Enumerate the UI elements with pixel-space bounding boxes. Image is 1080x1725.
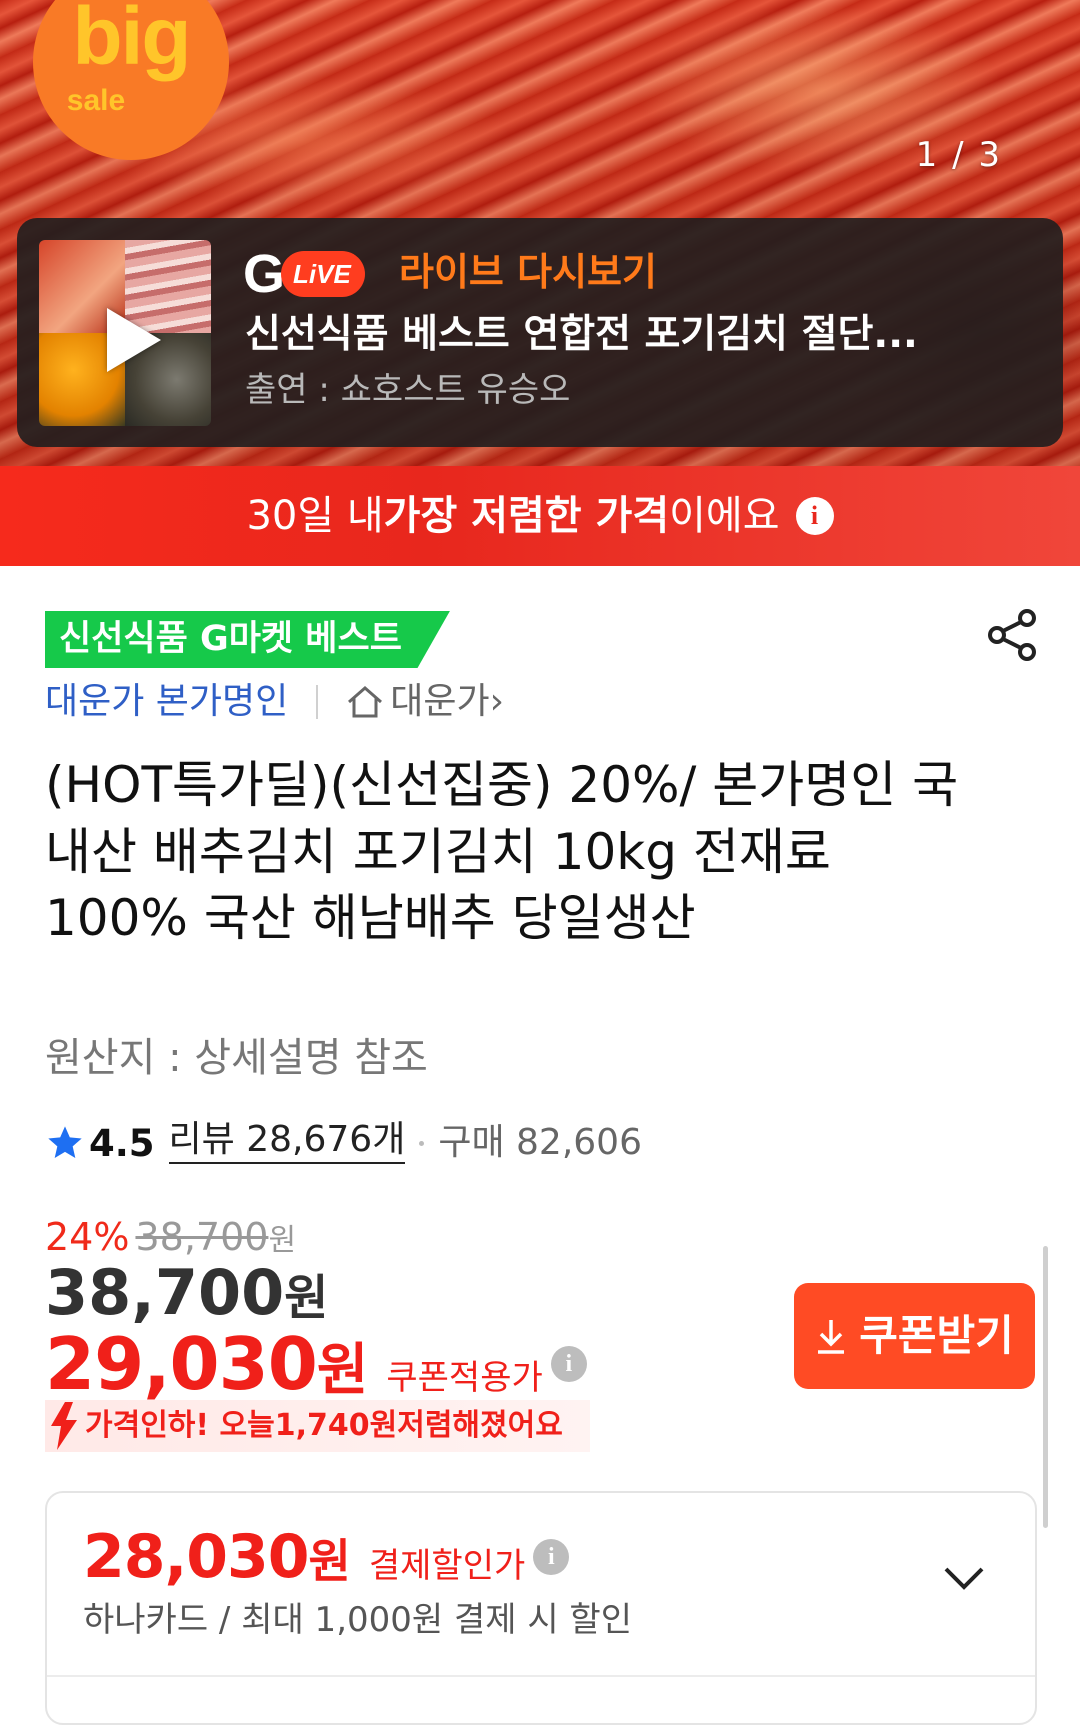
live-replay-title: 라이브 다시보기 [399, 250, 657, 294]
price-drop-amount: 1,740원 [274, 1408, 398, 1443]
banner-pre: 30일 내 [246, 493, 384, 539]
coupon-price-won: 원 [316, 1338, 369, 1403]
info-icon[interactable]: i [550, 1346, 587, 1382]
big-sale-badge-big: big [72, 0, 192, 82]
card-discount-note: 하나카드 / 최대 1,000원 결제 시 할인 [83, 1600, 632, 1640]
chevron-down-icon[interactable] [942, 1565, 986, 1591]
info-icon[interactable]: i [795, 497, 834, 535]
banner-bold: 가장 저렴한 가격 [383, 493, 670, 539]
seller-name-link[interactable]: 대운가 본가명인 [45, 684, 288, 720]
best-tag[interactable]: 신선식품 G마켓 베스트 [45, 611, 450, 668]
live-pill: LiVE [281, 251, 365, 297]
home-icon[interactable] [346, 685, 384, 719]
seller-row: 대운가 본가명인 대운가 › [45, 680, 504, 724]
bolt-down-icon [51, 1402, 77, 1450]
glive-logo: G LiVE [243, 246, 365, 302]
separator-dot [419, 1140, 425, 1146]
image-counter: 1 / 3 [915, 135, 1002, 175]
product-image-carousel[interactable]: big sale 1 / 3 G LiVE 라이브 다시보기 신선식품 베스트 … [0, 0, 1080, 466]
play-icon[interactable] [107, 308, 161, 372]
star-icon [48, 1126, 82, 1158]
sale-price: 38,700원 [45, 1262, 328, 1324]
big-sale-badge-sale: sale [66, 84, 126, 117]
purchase-count: 구매 82,606 [438, 1122, 642, 1163]
live-host: 출연 : 쇼호스트 유승오 [245, 370, 571, 410]
price-drop-post: 저렴해졌어요 [397, 1408, 563, 1443]
coupon-price: 29,030 원 쿠폰적용가 i [45, 1328, 587, 1400]
review-count-link[interactable]: 리뷰 28,676개 [168, 1122, 406, 1164]
price-drop-notice: 가격인하! 오늘 1,740원 저렴해졌어요 [45, 1400, 590, 1452]
live-subtitle: 신선식품 베스트 연합전 포기김치 절단... [245, 312, 918, 357]
download-icon [818, 1320, 845, 1354]
share-icon[interactable] [985, 608, 1039, 662]
payment-price-value: 28,030 [83, 1522, 310, 1592]
payment-price-won: 원 [308, 1534, 351, 1588]
divider [47, 1675, 1035, 1677]
sale-price-value: 38,700 [45, 1256, 285, 1329]
sale-price-won: 원 [284, 1270, 329, 1326]
store-link[interactable]: 대운가 [390, 684, 489, 720]
banner-post: 이에요 [669, 493, 780, 539]
big-sale-badge: big sale [33, 0, 229, 160]
payment-discount-price: 28,030 원 결제할인가 i [83, 1522, 570, 1592]
rating-row: 4.5 리뷰 28,676개 구매 82,606 [45, 1118, 642, 1168]
discount-row: 24% 38,700 원 [45, 1218, 296, 1256]
product-title: (HOT특가딜)(신선집중) 20%/ 본가명인 국내산 배추김치 포기김치 1… [45, 756, 959, 947]
divider [316, 685, 319, 719]
get-coupon-button[interactable]: 쿠폰받기 [794, 1283, 1035, 1389]
payment-price-label: 결제할인가 [368, 1546, 526, 1586]
scrollbar[interactable] [1043, 1246, 1048, 1528]
discount-rate: 24% [45, 1215, 130, 1259]
original-price-won: 원 [268, 1223, 297, 1258]
payment-discount-card[interactable]: 28,030 원 결제할인가 i 하나카드 / 최대 1,000원 결제 시 할인 [45, 1491, 1037, 1725]
origin-info: 원산지 : 상세설명 참조 [45, 1035, 428, 1081]
g-logo: G [243, 244, 286, 304]
chevron-right-icon[interactable]: › [490, 684, 504, 720]
coupon-price-value: 29,030 [45, 1322, 318, 1406]
rating-value: 4.5 [89, 1121, 155, 1165]
info-icon[interactable]: i [533, 1539, 570, 1575]
live-thumbnail[interactable] [39, 240, 211, 426]
price-drop-pre: 가격인하! 오늘 [85, 1408, 275, 1443]
get-coupon-label: 쿠폰받기 [859, 1311, 1014, 1360]
coupon-price-label: 쿠폰적용가 [386, 1358, 543, 1398]
lowest-price-banner: 30일 내 가장 저렴한 가격 이에요 i [0, 466, 1080, 566]
live-replay-card[interactable]: G LiVE 라이브 다시보기 신선식품 베스트 연합전 포기김치 절단... … [17, 218, 1063, 447]
original-price: 38,700 [135, 1215, 269, 1259]
